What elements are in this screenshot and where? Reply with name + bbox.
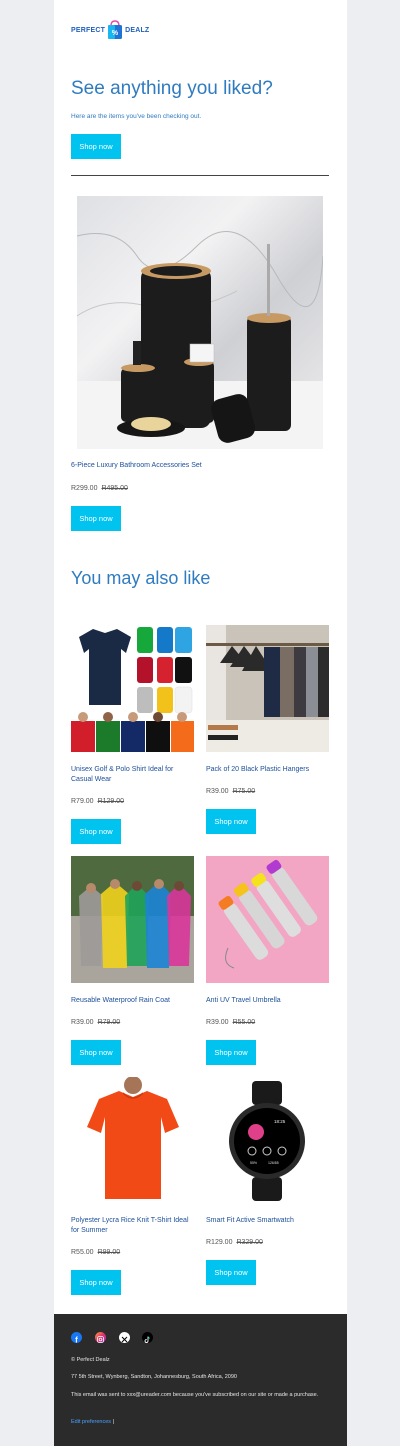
product-price: R39.00 R75.00 [206,788,255,795]
product-shop-now-button[interactable]: Shop now [71,1270,121,1295]
product-title[interactable]: Smart Fit Active Smartwatch [206,1216,329,1226]
edit-preferences-link[interactable]: Edit preferences [71,1419,111,1425]
product-shop-now-button[interactable]: Shop now [71,819,121,844]
product-shop-now-button[interactable]: Shop now [206,809,256,834]
footer-links: Edit preferences | [71,1418,321,1427]
bathroom-set-image[interactable] [77,196,323,449]
price-old: R79.00 [97,1019,121,1026]
hangers-image[interactable] [206,625,329,752]
footer-separator: | [112,1419,115,1425]
hero-title: See anything you liked? [71,78,273,99]
price-current: R55.00 [71,1249,94,1256]
umbrellas-image[interactable] [206,856,329,983]
recommend-title: You may also like [71,568,211,588]
product-price: R39.00 R79.00 [71,1019,120,1026]
instagram-icon[interactable] [95,1332,106,1343]
x-icon[interactable] [119,1332,130,1343]
brand-left: PERFECT [71,26,106,34]
viewed-product-price: R299.00 R495.00 [71,485,128,492]
product-shop-now-button[interactable]: Shop now [206,1260,256,1285]
price-old: R99.00 [97,1249,121,1256]
product-price: R39.00 R55.00 [206,1019,255,1026]
price-current: R39.00 [206,788,229,795]
divider [71,175,329,176]
facebook-icon[interactable]: f [71,1332,82,1345]
price-old: R129.00 [97,798,125,805]
svg-text:f: f [75,1336,78,1345]
price-old: R329.00 [236,1239,263,1246]
viewed-shop-now-button[interactable]: Shop now [71,506,121,531]
shopping-bag-icon: % [106,20,124,40]
watch-time: 18:25 [274,1119,286,1124]
price-current: R129.00 [206,1239,233,1246]
watch-stat-2: 126/85 [268,1161,279,1165]
price-current: R39.00 [206,1019,229,1026]
viewed-product-title[interactable]: 6-Piece Luxury Bathroom Accessories Set [71,461,329,471]
footer-copyright: © Perfect Dealz [71,1357,110,1363]
price-current: R39.00 [71,1019,94,1026]
footer-address: 77 5th Street, Wynberg, Sandton, Johanne… [71,1374,237,1380]
product-title[interactable]: Pack of 20 Black Plastic Hangers [206,765,329,775]
tiktok-icon[interactable] [142,1332,153,1343]
footer-notice: This email was sent to xxx@ureader.com b… [71,1392,319,1398]
smartwatch-image[interactable]: 18:25 55% 126/85 [206,1077,329,1204]
email-body: PERFECT % DEALZ See anything you liked? … [54,0,347,1446]
hero-shop-now-button[interactable]: Shop now [71,134,121,159]
product-shop-now-button[interactable]: Shop now [71,1040,121,1065]
orange-tshirt-image[interactable] [71,1077,194,1204]
rain-coats-image[interactable] [71,856,194,983]
product-title[interactable]: Reusable Waterproof Rain Coat [71,996,194,1006]
product-title[interactable]: Polyester Lycra Rice Knit T-Shirt Ideal … [71,1216,194,1236]
svg-text:%: % [112,30,119,37]
product-price: R55.00 R99.00 [71,1249,120,1256]
polo-shirts-image[interactable] [71,625,194,752]
brand-logo[interactable]: PERFECT % DEALZ [71,18,149,42]
product-title[interactable]: Anti UV Travel Umbrella [206,996,329,1006]
price-old: R495.00 [101,485,128,492]
price-current: R79.00 [71,798,94,805]
product-price: R129.00 R329.00 [206,1239,263,1246]
brand-right: DEALZ [125,26,150,34]
product-shop-now-button[interactable]: Shop now [206,1040,256,1065]
product-title[interactable]: Unisex Golf & Polo Shirt Ideal for Casua… [71,765,194,785]
price-old: R75.00 [232,788,256,795]
product-price: R79.00 R129.00 [71,798,124,805]
price-current: R299.00 [71,485,98,492]
price-old: R55.00 [232,1019,256,1026]
hero-subtitle: Here are the items you've been checking … [71,113,202,120]
footer: f © Perfect Dealz 77 5th Street, Wynberg… [54,1314,347,1446]
watch-stat-1: 55% [250,1161,258,1165]
